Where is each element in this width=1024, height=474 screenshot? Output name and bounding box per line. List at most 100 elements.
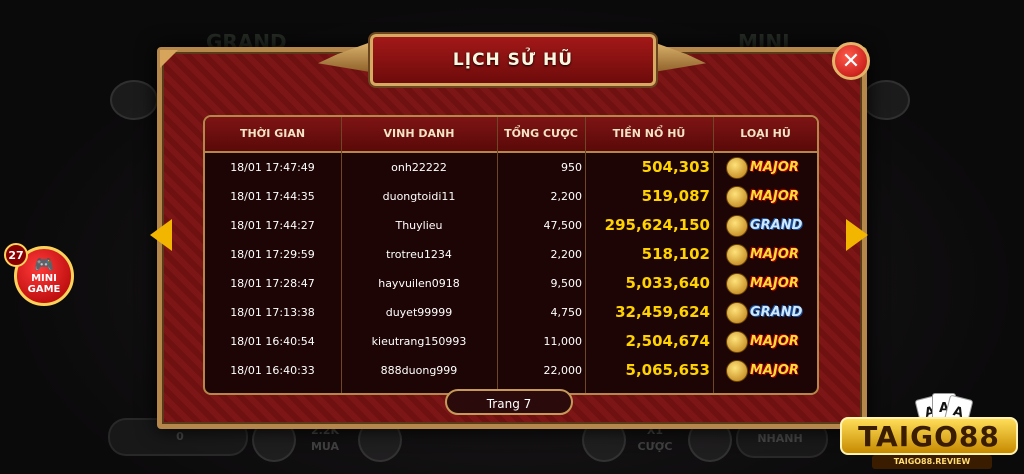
jackpot-type-label: MAJOR [750,160,799,175]
jackpot-type-label: MAJOR [750,276,799,291]
brand-logo: TAIGO88 [840,417,1018,455]
cell-jackpot-type: MAJOR [714,327,817,356]
gold-pig-icon [726,359,748,382]
jackpot-type-label: MAJOR [750,189,799,204]
dialog-title-plate: LỊCH SỬ HŨ [370,34,656,86]
table-row: 18/01 17:44:27 Thuylieu 47,500 295,624,150 G… [205,211,817,240]
mini-game-count-badge: 27 [4,243,28,267]
dragon-icon [726,301,748,324]
header-name: VINH DANH [383,127,455,140]
major-badge: MAJOR [726,330,799,353]
jackpot-type-label: GRAND [750,218,803,233]
grand-badge: GRAND [726,301,802,324]
cell-jackpot-win: 5,033,640 [625,274,710,292]
header-time: THỜI GIAN [239,127,306,140]
bg-settings-button [862,80,910,120]
bg-balance-value: 0 [176,430,184,443]
cell-jackpot-type: GRAND [714,211,817,240]
cell-time: 18/01 17:47:49 [230,161,315,174]
cell-total-bet: 11,000 [543,335,583,348]
cell-total-bet: 47,500 [543,219,583,232]
close-icon: ✕ [841,48,861,74]
bg-quick-label: NHANH [757,432,803,445]
gold-pig-icon [726,330,748,353]
cell-time: 18/01 17:44:35 [230,190,315,203]
gold-pig-icon [726,185,748,208]
cell-jackpot-win: 504,303 [641,158,710,176]
jackpot-type-label: MAJOR [750,247,799,262]
gold-pig-icon [726,156,748,179]
cell-time: 18/01 16:40:33 [230,364,315,377]
cell-total-bet: 950 [561,161,582,174]
cell-jackpot-type: MAJOR [714,240,817,269]
bg-buy-label: MUA [310,440,340,453]
cell-time: 18/01 17:44:27 [230,219,315,232]
cell-jackpot-type: MAJOR [714,356,817,385]
brand-url: TAIGO88.REVIEW [872,455,992,469]
cell-player-name: onh22222 [391,161,447,174]
major-badge: MAJOR [726,185,799,208]
gamepad-icon: 🎮 [34,255,54,274]
cell-total-bet: 2,200 [550,190,583,203]
jackpot-type-label: GRAND [750,305,803,320]
grand-badge: GRAND [726,214,802,237]
close-button[interactable]: ✕ [832,42,870,80]
table-row: 18/01 17:47:49 onh22222 950 504,303 MAJOR [205,153,817,182]
mini-game-label-2: GAME [27,284,61,295]
table-header: THỜI GIAN VINH DANH TỔNG CƯỢC TIỀN NỔ HŨ… [205,117,817,153]
cell-jackpot-win: 32,459,624 [615,303,710,321]
cell-jackpot-type: MAJOR [714,182,817,211]
cell-jackpot-win: 295,624,150 [604,216,710,234]
major-badge: MAJOR [726,272,799,295]
cell-jackpot-win: 518,102 [641,245,710,263]
cell-player-name: duyet99999 [385,306,453,319]
table-row: 18/01 16:40:33 888duong999 22,000 5,065,653… [205,356,817,385]
table-row: 18/01 17:44:35 duongtoidi11 2,200 519,087 MA… [205,182,817,211]
dialog-corner-ornament [160,50,178,68]
cell-time: 18/01 17:13:38 [230,306,315,319]
table-row: 18/01 17:29:59 trotreu1234 2,200 518,102 MAJ… [205,240,817,269]
cell-player-name: Thuylieu [395,219,443,232]
table-row: 18/01 17:28:47 hayvuilen0918 9,500 5,033,64… [205,269,817,298]
gold-pig-icon [726,243,748,266]
header-total-bet: TỔNG CƯỢC [504,127,578,140]
gold-pig-icon [726,272,748,295]
previous-page-arrow-icon[interactable] [150,219,172,251]
jackpot-type-label: MAJOR [750,363,799,378]
cell-jackpot-win: 2,504,674 [625,332,710,350]
cell-jackpot-type: GRAND [714,298,817,327]
cell-player-name: trotreu1234 [386,248,452,261]
cell-total-bet: 2,200 [550,248,583,261]
cell-total-bet: 22,000 [543,364,583,377]
bg-bet-label: CƯỢC [637,440,673,453]
header-jackpot-win: TIỀN NỔ HŨ [612,127,686,140]
cell-jackpot-win: 5,065,653 [625,361,710,379]
cell-player-name: hayvuilen0918 [378,277,460,290]
cell-time: 18/01 17:29:59 [230,248,315,261]
next-page-arrow-icon[interactable] [846,219,868,251]
cell-jackpot-type: MAJOR [714,269,817,298]
cell-total-bet: 4,750 [550,306,583,319]
cell-player-name: duongtoidi11 [382,190,456,203]
cell-jackpot-type: MAJOR [714,153,817,182]
dragon-icon [726,214,748,237]
bg-home-button [110,80,158,120]
jackpot-type-label: MAJOR [750,334,799,349]
cell-total-bet: 9,500 [550,277,583,290]
cell-time: 18/01 16:40:54 [230,335,315,348]
brand-watermark: A A A TAIGO88 TAIGO88.REVIEW [840,393,1020,471]
cell-time: 18/01 17:28:47 [230,277,315,290]
dialog-title: LỊCH SỬ HŨ [452,50,574,70]
table-row: 18/01 17:13:38 duyet99999 4,750 32,459,624 G… [205,298,817,327]
major-badge: MAJOR [726,243,799,266]
cell-player-name: 888duong999 [380,364,458,377]
major-badge: MAJOR [726,359,799,382]
page-indicator: Trang 7 [445,389,573,415]
cell-jackpot-win: 519,087 [641,187,710,205]
jackpot-history-table: THỜI GIAN VINH DANH TỔNG CƯỢC TIỀN NỔ HŨ… [203,115,819,395]
table-row: 18/01 16:40:54 kieutrang150993 11,000 2,504… [205,327,817,356]
mini-game-label-1: MINI [31,273,57,284]
cell-player-name: kieutrang150993 [371,335,467,348]
major-badge: MAJOR [726,156,799,179]
header-jackpot-type: LOẠI HŨ [740,127,791,140]
